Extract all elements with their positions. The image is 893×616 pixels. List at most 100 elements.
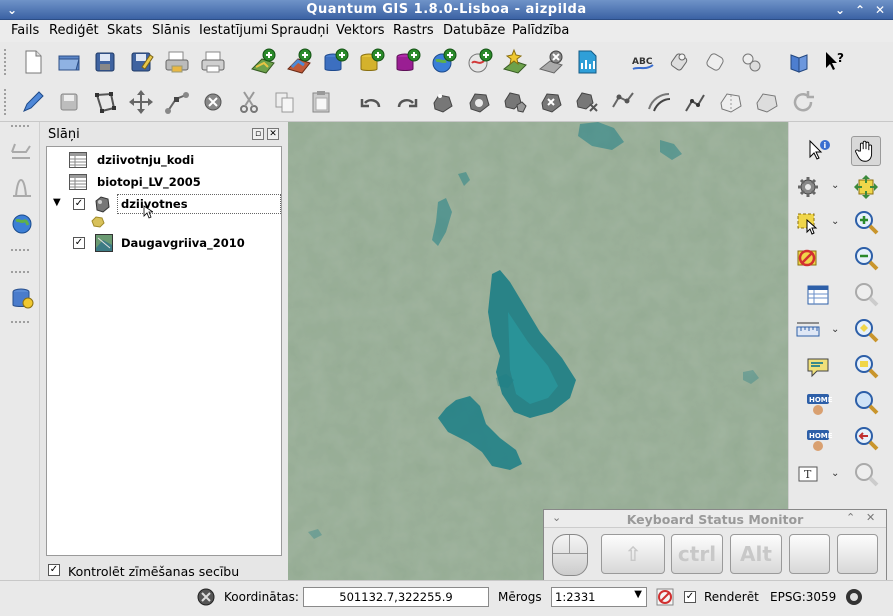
select-features-icon[interactable] [793,208,823,238]
cut-features-icon[interactable] [234,87,264,117]
messages-icon[interactable] [844,587,864,607]
pan-map-icon[interactable] [851,136,881,166]
print-icon[interactable] [198,47,228,77]
menu-plugins[interactable]: Spraudņi [271,23,329,38]
toolbar-grip[interactable] [3,88,7,116]
add-raster-layer-icon[interactable] [284,47,314,77]
new-project-icon[interactable] [18,47,48,77]
action-gear-icon[interactable] [793,172,823,202]
scale-combobox[interactable]: 1:2331 ▼ [551,587,647,607]
toolbar-grip[interactable] [10,124,30,128]
toolbar-grip[interactable] [10,270,30,274]
menu-help[interactable]: Palīdzība [512,23,569,38]
coordinates-field[interactable]: 501132.7,322255.9 [303,587,489,607]
dropdown-arrow-icon[interactable]: ⌄ [831,468,839,479]
delete-ring-icon[interactable] [536,87,566,117]
menu-edit[interactable]: Rediģēt [49,23,99,38]
save-as-icon[interactable] [126,47,156,77]
move-feature-icon[interactable] [126,87,156,117]
expand-arrow-icon[interactable]: ▼ [53,197,61,208]
new-shapefile-icon[interactable] [500,47,530,77]
layer-item[interactable]: biotopi_LV_2005 [47,172,281,192]
float-panel-icon[interactable]: ▫ [252,128,264,140]
delete-part-icon[interactable] [572,87,602,117]
database-manager-icon[interactable] [8,284,36,312]
merge-selected-icon[interactable] [716,87,746,117]
zoom-native-icon[interactable] [851,388,881,418]
minimize-icon[interactable]: ⌄ [832,2,848,18]
show-bookmarks-icon[interactable]: HOME [803,424,833,454]
close-icon[interactable]: ✕ [872,2,888,18]
print-composer-icon[interactable] [162,47,192,77]
render-order-checkbox[interactable]: ✓ [48,564,60,576]
delete-selected-icon[interactable] [198,87,228,117]
dropdown-arrow-icon[interactable]: ⌄ [831,180,839,191]
maximize-icon[interactable]: ⌃ [852,2,868,18]
add-postgis-layer-icon[interactable] [320,47,350,77]
monitor-shade-icon[interactable]: ⌃ [846,511,855,524]
offset-curve-icon[interactable] [644,87,674,117]
toolbar-grip[interactable] [10,248,30,252]
toolbar-grip[interactable] [3,48,7,76]
spell-check-icon[interactable]: ABC [628,47,658,77]
copy-features-icon[interactable] [270,87,300,117]
menu-database[interactable]: Datubāze [443,23,505,38]
toggle-editing-icon[interactable] [18,87,48,117]
add-spatialite-layer-icon[interactable] [356,47,386,77]
layer-item[interactable]: ✓ Daugavgriiva_2010 [47,233,281,253]
dropdown-arrow-icon[interactable]: ⌄ [831,216,839,227]
split-features-icon[interactable] [680,87,710,117]
add-vector-layer-icon[interactable] [248,47,278,77]
help-book-icon[interactable] [784,47,814,77]
plugin-tool-2-icon[interactable] [700,47,730,77]
map-tips-icon[interactable] [803,352,833,382]
open-project-icon[interactable] [54,47,84,77]
gps-icon[interactable] [8,138,36,166]
new-gpx-layer-icon[interactable] [572,47,602,77]
save-project-icon[interactable] [90,47,120,77]
add-wcs-layer-icon[interactable] [464,47,494,77]
plugin-tool-3-icon[interactable] [736,47,766,77]
coordinate-capture-icon[interactable] [196,587,216,607]
add-mssql-layer-icon[interactable] [392,47,422,77]
render-checkbox[interactable]: ✓ [684,591,696,603]
menu-vector[interactable]: Vektors [336,23,385,38]
zoom-to-selection-icon[interactable] [851,316,881,346]
text-annotation-icon[interactable]: T [793,460,823,490]
node-tool-icon[interactable] [162,87,192,117]
monitor-close-icon[interactable]: ✕ [866,511,875,524]
simplify-feature-icon[interactable] [428,87,458,117]
crs-status[interactable]: EPSG:3059 [770,590,836,604]
layer-tree[interactable]: dziivotnju_kodi biotopi_LV_2005 ▼ ✓ dzii… [46,146,282,556]
reshape-features-icon[interactable] [608,87,638,117]
menu-file[interactable]: Fails [11,23,39,38]
zoom-next-icon[interactable] [851,460,881,490]
zoom-to-layer-icon[interactable] [851,352,881,382]
monitor-titlebar[interactable]: ⌄ Keyboard Status Monitor ⌃ ✕ [544,510,886,528]
layer-visibility-checkbox[interactable]: ✓ [73,237,85,249]
add-wms-layer-icon[interactable] [428,47,458,77]
zoom-in-icon[interactable] [851,208,881,238]
whats-this-icon[interactable]: ? [820,47,850,77]
globe-icon[interactable] [8,210,36,238]
deselect-features-icon[interactable] [793,244,823,274]
zoom-out-icon[interactable] [851,244,881,274]
paste-features-icon[interactable] [306,87,336,117]
layer-item[interactable]: ▼ ✓ dziivotnes [47,194,281,214]
zoom-last-icon[interactable] [851,424,881,454]
chart-tool-icon[interactable] [8,174,36,202]
layer-item[interactable]: dziivotnju_kodi [47,150,281,170]
menu-view[interactable]: Skats [107,23,142,38]
undo-icon[interactable] [356,87,386,117]
close-panel-icon[interactable]: ✕ [267,128,279,140]
remove-layer-icon[interactable] [536,47,566,77]
menu-settings[interactable]: Iestatījumi [199,23,268,38]
menu-raster[interactable]: Rastrs [393,23,434,38]
add-part-icon[interactable] [500,87,530,117]
new-bookmark-icon[interactable]: HOME [803,388,833,418]
measure-line-icon[interactable] [793,316,823,346]
add-ring-icon[interactable] [464,87,494,117]
zoom-full-icon[interactable] [851,280,881,310]
dropdown-arrow-icon[interactable]: ⌄ [831,324,839,335]
rotate-symbols-icon[interactable] [788,87,818,117]
